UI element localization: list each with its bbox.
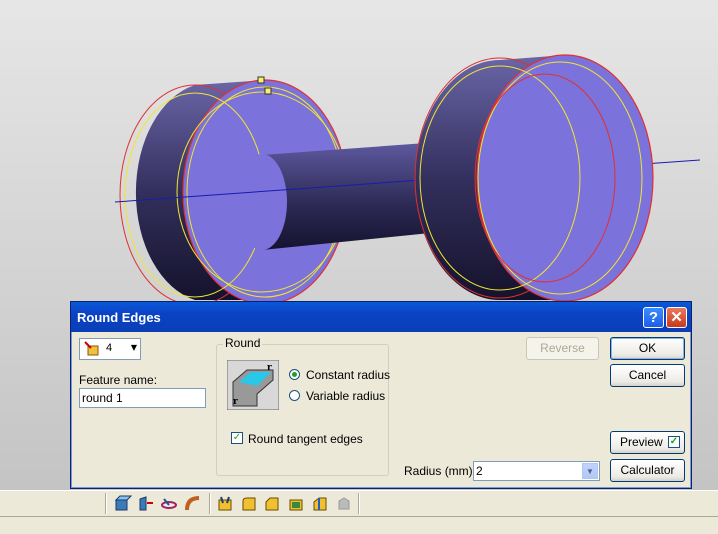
- preview-label: Preview: [620, 435, 663, 449]
- reverse-button[interactable]: Reverse: [526, 337, 599, 360]
- round-tangent-label[interactable]: Round tangent edges: [248, 432, 363, 446]
- preview-button[interactable]: Preview ✓: [610, 431, 685, 454]
- chevron-down-icon: ▼: [130, 343, 137, 352]
- variable-radius-label[interactable]: Variable radius: [306, 389, 385, 403]
- constant-radius-label[interactable]: Constant radius: [306, 368, 390, 382]
- selection-count: 4: [106, 342, 113, 354]
- shell-icon[interactable]: [216, 495, 234, 512]
- chevron-down-icon[interactable]: ▼: [582, 463, 598, 479]
- variable-radius-radio[interactable]: [289, 390, 300, 401]
- dialog-title: Round Edges: [77, 310, 161, 325]
- round-edges-icon[interactable]: [240, 495, 258, 512]
- draft-icon[interactable]: [287, 495, 305, 512]
- thicken-icon[interactable]: [311, 495, 329, 512]
- svg-text:r: r: [233, 397, 238, 407]
- selection-handle[interactable]: [264, 87, 272, 95]
- feature-name-label: Feature name:: [79, 373, 158, 387]
- cancel-button[interactable]: Cancel: [610, 364, 685, 387]
- selection-filter-dropdown[interactable]: 4 ▼: [79, 338, 141, 360]
- sweep-icon[interactable]: [160, 495, 178, 512]
- disabled-feature-icon: [338, 497, 350, 510]
- radius-combobox[interactable]: 2 ▼: [473, 461, 600, 481]
- right-disk: [414, 54, 654, 302]
- radius-value: 2: [476, 464, 483, 478]
- help-button[interactable]: ?: [643, 307, 664, 328]
- status-bar: [0, 516, 718, 534]
- dialog-titlebar[interactable]: Round Edges ? ✕: [71, 302, 691, 332]
- calculator-button[interactable]: Calculator: [610, 459, 685, 482]
- feature-name-input[interactable]: round 1: [79, 388, 206, 408]
- round-edges-dialog: Round Edges ? ✕ 4 ▼ Feature name: round …: [70, 301, 692, 489]
- revolve-icon[interactable]: [137, 495, 155, 512]
- feature-toolbar: [0, 490, 718, 516]
- preview-checkbox[interactable]: ✓: [668, 436, 680, 448]
- svg-text:r: r: [267, 363, 272, 373]
- round-preview-icon: r r: [227, 360, 279, 410]
- chamfer-icon[interactable]: [263, 495, 281, 512]
- ok-button[interactable]: OK: [610, 337, 685, 360]
- round-tangent-checkbox[interactable]: ✓: [231, 432, 243, 444]
- loft-icon[interactable]: [184, 495, 202, 512]
- round-group-label: Round: [223, 336, 263, 350]
- close-button[interactable]: ✕: [666, 307, 687, 328]
- extrude-icon[interactable]: [114, 495, 132, 512]
- selection-handle[interactable]: [257, 76, 265, 84]
- edge-select-icon: [84, 341, 99, 356]
- radius-label: Radius (mm):: [404, 464, 477, 478]
- constant-radius-radio[interactable]: [289, 369, 300, 380]
